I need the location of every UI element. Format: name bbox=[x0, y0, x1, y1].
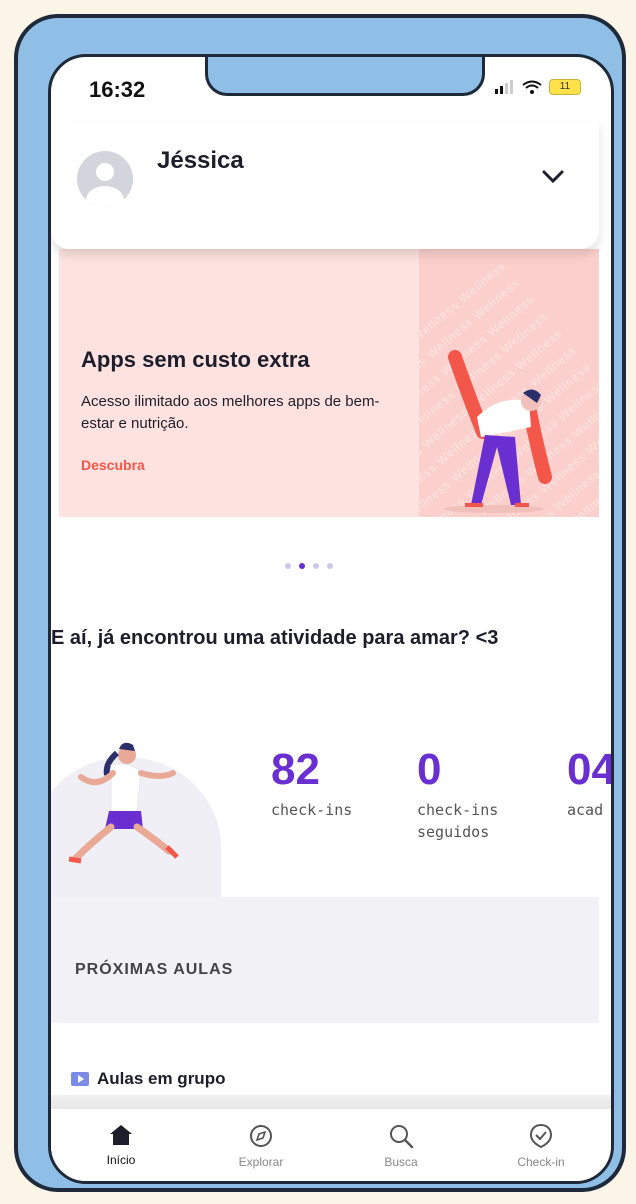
stretching-woman-illustration bbox=[444, 350, 552, 513]
compass-icon bbox=[250, 1125, 272, 1147]
stat-streak-value: 0 bbox=[417, 745, 442, 794]
tab-checkin[interactable]: Check-in bbox=[471, 1109, 611, 1181]
tab-label: Explorar bbox=[238, 1155, 284, 1169]
next-classes-title: PRÓXIMAS AULAS bbox=[75, 961, 234, 978]
tab-label: Início bbox=[106, 1153, 136, 1167]
activity-question: E aí, já encontrou uma atividade para am… bbox=[51, 627, 499, 649]
tab-busca[interactable]: Busca bbox=[331, 1109, 471, 1181]
banner-title: Apps sem custo extra bbox=[81, 347, 310, 372]
tab-label: Busca bbox=[384, 1155, 418, 1169]
next-classes-section: PRÓXIMAS AULAS bbox=[51, 897, 599, 1023]
group-classes-label: Aulas em grupo bbox=[97, 1069, 226, 1088]
carousel-dot[interactable] bbox=[285, 563, 291, 569]
running-woman-illustration bbox=[68, 742, 179, 864]
search-icon bbox=[390, 1125, 414, 1149]
user-name: Jéssica bbox=[157, 147, 244, 174]
banner-discover-link[interactable]: Descubra bbox=[81, 457, 145, 473]
stat-streak-label: check-ins seguidos bbox=[417, 801, 499, 841]
stat-gyms-label: acad bbox=[567, 801, 604, 819]
checkin-icon bbox=[529, 1123, 553, 1149]
stat-gyms-value: 04 bbox=[567, 745, 614, 794]
status-icons: 11 bbox=[495, 79, 581, 95]
notch bbox=[205, 57, 485, 96]
promo-banner[interactable]: Wellness Wellness Wellness Wellness Welln… bbox=[59, 249, 599, 517]
group-classes-header[interactable]: Aulas em grupo bbox=[71, 1069, 225, 1089]
bottom-tab-bar: Início Explorar Busca Check-in bbox=[51, 1109, 611, 1181]
status-time: 16:32 bbox=[89, 77, 146, 102]
wifi-icon bbox=[522, 80, 542, 94]
banner-text: Acesso ilimitado aos melhores apps de be… bbox=[81, 393, 380, 432]
video-icon bbox=[71, 1072, 89, 1086]
avatar[interactable] bbox=[77, 151, 133, 207]
home-icon bbox=[110, 1125, 132, 1145]
carousel-dot[interactable] bbox=[313, 563, 319, 569]
stat-checkins-label: check-ins bbox=[271, 801, 353, 819]
signal-icon bbox=[495, 80, 513, 94]
tab-inicio[interactable]: Início bbox=[51, 1109, 191, 1181]
carousel-dots[interactable] bbox=[285, 563, 333, 569]
carousel-dot-active[interactable] bbox=[299, 563, 305, 569]
tab-label: Check-in bbox=[517, 1155, 565, 1169]
phone-screen: 16:32 11 Jéssica Wellness Wellness Welln… bbox=[48, 54, 614, 1184]
chevron-down-icon[interactable] bbox=[541, 169, 565, 185]
battery-icon: 11 bbox=[549, 79, 581, 95]
profile-header[interactable]: Jéssica bbox=[51, 121, 599, 249]
carousel-dot[interactable] bbox=[327, 563, 333, 569]
tab-explorar[interactable]: Explorar bbox=[191, 1109, 331, 1181]
stat-checkins-value: 82 bbox=[271, 745, 320, 794]
